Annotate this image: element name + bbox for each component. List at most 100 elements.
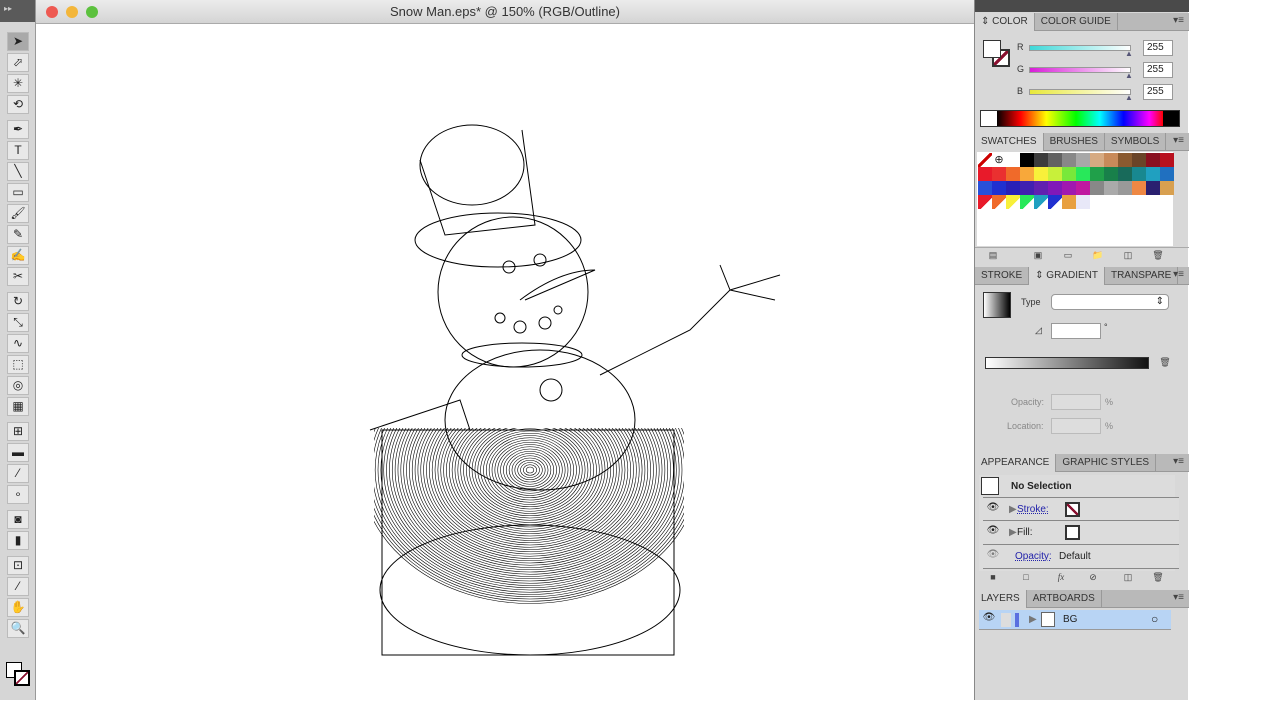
zoom-button[interactable]	[86, 6, 98, 18]
swatch[interactable]	[978, 167, 992, 181]
swatch[interactable]	[1048, 167, 1062, 181]
angle-input[interactable]	[1051, 323, 1101, 339]
channel-slider[interactable]	[1029, 45, 1131, 51]
fx-icon[interactable]: fx	[1053, 572, 1069, 586]
lock-toggle[interactable]	[1001, 613, 1011, 627]
zoom-tool[interactable]: 🔍	[7, 619, 29, 638]
swatch-libraries-icon[interactable]: ▤	[985, 250, 1001, 264]
line-tool[interactable]: ╲	[7, 162, 29, 181]
swatch-options-icon[interactable]: ▭	[1060, 250, 1076, 264]
tab-color-guide[interactable]: COLOR GUIDE	[1035, 13, 1118, 31]
minimize-button[interactable]	[66, 6, 78, 18]
swatch[interactable]	[1160, 167, 1174, 181]
swatch[interactable]	[1160, 153, 1174, 167]
location-input[interactable]	[1051, 418, 1101, 434]
tab-brushes[interactable]: BRUSHES	[1044, 133, 1105, 151]
clear-appearance-icon[interactable]: ⊘	[1085, 572, 1101, 586]
swatch[interactable]	[1104, 167, 1118, 181]
column-graph-tool[interactable]: ▮	[7, 531, 29, 550]
panel-menu-icon[interactable]: ▾≡	[1173, 269, 1184, 280]
swatch[interactable]	[1034, 195, 1048, 209]
swatch[interactable]	[1006, 153, 1020, 167]
swatch[interactable]	[1118, 167, 1132, 181]
swatch[interactable]	[1090, 181, 1104, 195]
eye-icon[interactable]: 👁	[981, 612, 997, 628]
swatch[interactable]	[992, 167, 1006, 181]
delete-item-icon[interactable]: 🗑	[1150, 572, 1166, 586]
artboard-tool[interactable]: ⊡	[7, 556, 29, 575]
perspective-grid-tool[interactable]: ▦	[7, 397, 29, 416]
opacity-input[interactable]	[1051, 394, 1101, 410]
swatch[interactable]	[1006, 167, 1020, 181]
direct-selection-tool[interactable]: ⬀	[7, 53, 29, 72]
swatch[interactable]	[1062, 153, 1076, 167]
scissors-tool[interactable]: ✂	[7, 267, 29, 286]
tab-swatches[interactable]: SWATCHES	[975, 133, 1044, 151]
tab-stroke[interactable]: STROKE	[975, 267, 1030, 285]
panel-menu-icon[interactable]: ▾≡	[1173, 456, 1184, 467]
channel-value-input[interactable]: 255	[1143, 84, 1173, 100]
swatch[interactable]	[1020, 181, 1034, 195]
stroke-none-swatch[interactable]	[1065, 502, 1080, 517]
appearance-row-opacity[interactable]: 👁 Opacity: Default	[983, 545, 1179, 569]
channel-value-input[interactable]: 255	[1143, 40, 1173, 56]
panel-menu-icon[interactable]: ▾≡	[1173, 15, 1184, 26]
target-icon[interactable]: ○	[1151, 612, 1158, 626]
slider-thumb[interactable]: ▲	[1125, 49, 1133, 58]
swatch[interactable]	[1034, 181, 1048, 195]
fill-stroke-indicator[interactable]	[983, 40, 1011, 68]
delete-swatch-icon[interactable]: 🗑	[1150, 250, 1166, 264]
swatch[interactable]	[1048, 153, 1062, 167]
slider-thumb[interactable]: ▲	[1125, 71, 1133, 80]
add-new-fill-icon[interactable]: □	[1018, 572, 1034, 586]
appearance-row-stroke[interactable]: 👁 ▶ Stroke:	[983, 497, 1179, 521]
swatch[interactable]	[1062, 195, 1076, 209]
swatch[interactable]	[1146, 167, 1160, 181]
swatch[interactable]	[1076, 167, 1090, 181]
opacity-link[interactable]: Opacity:	[1015, 551, 1052, 562]
tab-appearance[interactable]: APPEARANCE	[975, 454, 1057, 472]
layer-name[interactable]: BG	[1063, 614, 1077, 625]
mesh-tool[interactable]: ⊞	[7, 422, 29, 441]
swatch[interactable]	[1160, 181, 1174, 195]
swatch[interactable]	[1034, 153, 1048, 167]
swatch[interactable]: ⊕	[992, 153, 1006, 167]
duplicate-item-icon[interactable]: ◫	[1120, 572, 1136, 586]
swatch[interactable]	[1146, 153, 1160, 167]
blob-brush-tool[interactable]: ✍	[7, 246, 29, 265]
slice-tool[interactable]: ⁄	[7, 577, 29, 596]
collapse-icon[interactable]: ▸▸	[0, 0, 35, 22]
tab-graphic-styles[interactable]: GRAPHIC STYLES	[1056, 454, 1157, 472]
add-new-stroke-icon[interactable]: ■	[985, 572, 1001, 586]
swatch[interactable]	[1020, 167, 1034, 181]
tab-color[interactable]: ⇕ COLOR	[975, 13, 1035, 31]
swatch[interactable]	[978, 153, 992, 167]
rectangle-tool[interactable]: ▭	[7, 183, 29, 202]
symbol-sprayer-tool[interactable]: ◙	[7, 510, 29, 529]
swatch[interactable]	[1020, 153, 1034, 167]
delete-stop-icon[interactable]: 🗑	[1157, 357, 1173, 371]
tab-artboards[interactable]: ARTBOARDS	[1027, 590, 1102, 608]
fill-white-swatch[interactable]	[1065, 525, 1080, 540]
eye-icon[interactable]: 👁	[985, 525, 1001, 541]
gradient-slider[interactable]	[985, 357, 1149, 369]
layer-row[interactable]: 👁 ▶ BG ○	[979, 610, 1171, 630]
magic-wand-tool[interactable]: ✳	[7, 74, 29, 93]
tab-layers[interactable]: LAYERS	[975, 590, 1027, 608]
swatch[interactable]	[1006, 195, 1020, 209]
swatch[interactable]	[1048, 195, 1062, 209]
swatch[interactable]	[1076, 181, 1090, 195]
slider-thumb[interactable]: ▲	[1125, 93, 1133, 102]
stroke-link[interactable]: Stroke:	[1017, 504, 1049, 515]
gradient-type-select[interactable]: ⇕	[1051, 294, 1169, 310]
tab-transparency[interactable]: TRANSPARE	[1105, 267, 1179, 285]
tab-gradient[interactable]: ⇕ GRADIENT	[1029, 267, 1105, 285]
gradient-thumbnail[interactable]	[983, 292, 1011, 318]
panel-menu-icon[interactable]: ▾≡	[1173, 592, 1184, 603]
type-tool[interactable]: T	[7, 141, 29, 160]
swatch[interactable]	[1132, 181, 1146, 195]
scale-tool[interactable]: ⤡	[7, 313, 29, 332]
warp-tool[interactable]: ∿	[7, 334, 29, 353]
swatch[interactable]	[1090, 153, 1104, 167]
swatch[interactable]	[992, 181, 1006, 195]
